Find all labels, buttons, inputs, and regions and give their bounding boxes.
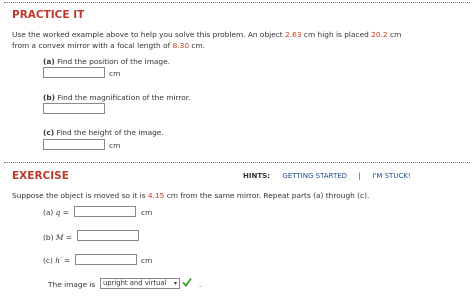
selected-value: upright and virtual [103, 279, 167, 287]
image-type-select[interactable]: upright and virtual ▾ [100, 278, 180, 289]
prompt-text: cm from the same mirror. Repeat parts (a… [166, 191, 370, 200]
exercise-c-unit: cm [141, 256, 153, 265]
exercise-a-input[interactable] [74, 206, 136, 217]
part-label: (c) [43, 128, 55, 137]
hints-label: HINTS: [243, 172, 270, 180]
practice-intro-line-1: Use the worked example above to help you… [12, 30, 401, 39]
chevron-down-icon: ▾ [173, 280, 177, 287]
practice-heading: PRACTICE IT [12, 9, 85, 21]
image-is-label: The image is [48, 280, 96, 289]
part-label: (b) [43, 233, 54, 242]
practice-part-a-unit: cm [109, 69, 121, 78]
trailing-period: . [199, 280, 202, 289]
exercise-a-label: (a) q = [43, 208, 69, 217]
part-text: Find the magnification of the mirror. [57, 93, 191, 102]
prompt-text: Suppose the object is moved so it is [12, 191, 146, 200]
exercise-heading: EXERCISE [12, 170, 69, 182]
exercise-a-unit: cm [141, 208, 153, 217]
check-icon [182, 277, 192, 289]
section-divider [4, 162, 470, 163]
im-stuck-link[interactable]: I'M STUCK! [372, 172, 410, 180]
hints-bar: HINTS: GETTING STARTED | I'M STUCK! [243, 172, 411, 180]
exercise-c-input[interactable] [75, 254, 137, 265]
moved-distance-value: 4.15 [147, 191, 165, 200]
intro-text: Use the worked example above to help you… [12, 30, 283, 39]
exercise-prompt: Suppose the object is moved so it is 4.1… [12, 191, 369, 200]
practice-part-a-input[interactable] [43, 67, 105, 78]
part-label: (a) [43, 208, 54, 217]
exercise-b-input[interactable] [77, 230, 139, 241]
image-height-symbol: h′ [55, 256, 62, 265]
equals-sign: = [64, 256, 71, 265]
practice-part-b-prompt: (b) Find the magnification of the mirror… [43, 93, 191, 102]
part-text: Find the height of the image. [56, 128, 164, 137]
practice-intro-line-2: from a convex mirror with a focal length… [12, 41, 205, 50]
getting-started-link[interactable]: GETTING STARTED [282, 172, 347, 180]
focal-length-value: 8.30 [172, 41, 190, 50]
part-label: (c) [43, 256, 53, 265]
practice-part-c-prompt: (c) Find the height of the image. [43, 128, 164, 137]
practice-part-c-unit: cm [109, 141, 121, 150]
hint-separator: | [358, 172, 361, 180]
intro-text: cm. [191, 41, 206, 50]
part-text: Find the position of the image. [57, 57, 171, 66]
exercise-b-label: (b) M = [43, 233, 72, 242]
intro-text: from a convex mirror with a focal length… [12, 41, 171, 50]
object-distance-value: 20.2 [371, 30, 388, 39]
exercise-c-label: (c) h′ = [43, 256, 70, 265]
equals-sign: = [62, 208, 69, 217]
equals-sign: = [65, 233, 72, 242]
intro-text: cm [390, 30, 402, 39]
top-divider [4, 2, 470, 3]
magnification-symbol: M [55, 233, 64, 242]
object-height-value: 2.63 [285, 30, 302, 39]
practice-part-a-prompt: (a) Find the position of the image. [43, 57, 170, 66]
practice-part-b-input[interactable] [43, 103, 105, 114]
part-label: (b) [43, 93, 56, 102]
intro-text: cm high is placed [303, 30, 369, 39]
part-label: (a) [43, 57, 55, 66]
image-distance-symbol: q [55, 208, 61, 217]
practice-part-c-input[interactable] [43, 139, 105, 150]
